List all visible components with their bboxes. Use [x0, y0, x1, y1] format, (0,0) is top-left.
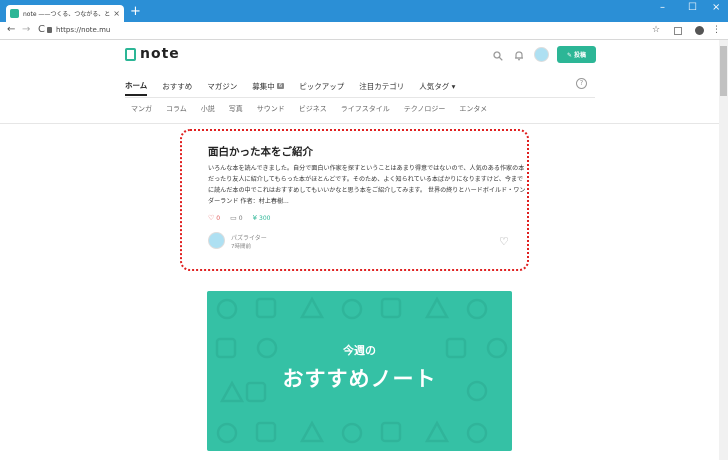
category-sound[interactable]: サウンド — [257, 104, 285, 114]
menu-icon[interactable]: ⋮ — [712, 25, 721, 35]
tab-title: note ——つくる、つながる、とどける。 — [23, 11, 111, 18]
scrollbar-thumb[interactable] — [720, 46, 727, 96]
user-avatar[interactable] — [534, 47, 549, 62]
maximize-button[interactable]: ☐ — [688, 2, 697, 13]
nav-featured-categories[interactable]: 注目カテゴリ — [359, 76, 404, 96]
nav-popular-tags[interactable]: 人気タグ ▾ — [419, 76, 455, 96]
reload-button[interactable]: C — [38, 24, 45, 35]
nav-popular-tags-label: 人気タグ ▾ — [419, 81, 456, 91]
like-button-icon[interactable]: ♡ — [499, 235, 509, 248]
banner-title: おすすめノート — [282, 367, 437, 391]
nav-pickup-label: ピックアップ — [299, 81, 345, 91]
nav-divider — [125, 97, 595, 98]
price: ¥300 — [253, 214, 271, 222]
post-time: 7時間前 — [231, 244, 251, 250]
new-tab-button[interactable]: + — [130, 5, 141, 19]
nav-magazine[interactable]: マガジン — [207, 76, 237, 96]
category-manga[interactable]: マンガ — [131, 104, 152, 114]
category-lifestyle[interactable]: ライフスタイル — [341, 104, 390, 114]
category-novel[interactable]: 小説 — [201, 104, 215, 114]
like-count: ♡ 0 — [208, 214, 220, 222]
author-avatar[interactable] — [208, 232, 225, 249]
comment-icon: ▭ — [230, 214, 237, 222]
nav-home-label: ホーム — [125, 80, 148, 90]
browser-titlebar: note ——つくる、つながる、とどける。 × + – ☐ × — [0, 0, 728, 22]
note-logo-icon — [125, 47, 136, 61]
note-favicon-icon — [10, 9, 19, 18]
category-nav: マンガ コラム 小説 写真 サウンド ビジネス ライフスタイル テクノロジー エ… — [131, 104, 501, 114]
forward-button[interactable]: → — [22, 24, 30, 35]
search-icon[interactable] — [493, 51, 503, 61]
page-divider — [0, 123, 719, 124]
bookmark-star-icon[interactable]: ☆ — [652, 25, 660, 35]
category-entertainment[interactable]: エンタメ — [459, 104, 487, 114]
close-window-button[interactable]: × — [712, 2, 720, 13]
price-value: 300 — [259, 214, 271, 222]
url-field[interactable]: https://note.mu — [56, 26, 110, 34]
bell-icon[interactable] — [514, 50, 524, 61]
page-scrollbar[interactable] — [719, 40, 728, 460]
nav-pickup[interactable]: ピックアップ — [299, 76, 344, 96]
article-title[interactable]: 面白かった本をご紹介 — [208, 144, 313, 159]
nav-home[interactable]: ホーム — [125, 76, 148, 96]
nav-recommended-label: おすすめ — [162, 81, 193, 91]
nav-featured-categories-label: 注目カテゴリ — [359, 81, 405, 91]
help-icon[interactable]: ? — [576, 78, 587, 89]
tab-close-icon[interactable]: × — [113, 9, 120, 18]
extension-icon[interactable] — [674, 27, 682, 35]
address-bar: ← → C https://note.mu ☆ ⋮ — [0, 22, 728, 40]
category-column[interactable]: コラム — [166, 104, 187, 114]
back-button[interactable]: ← — [7, 24, 15, 35]
logo-text: note — [140, 46, 180, 62]
heart-icon: ♡ — [208, 214, 215, 222]
nav-recruiting-label: 募集中 — [252, 81, 275, 91]
note-logo[interactable]: note — [125, 46, 180, 62]
page-content: note ✎ 投稿 ホーム おすすめ マガジン 募集中 6 ピックアップ 注目カテ… — [0, 40, 719, 460]
recruiting-badge: 6 — [276, 83, 285, 89]
profile-icon[interactable] — [695, 26, 704, 35]
category-technology[interactable]: テクノロジー — [404, 104, 446, 114]
banner-subtitle: 今週の — [343, 344, 376, 357]
category-photo[interactable]: 写真 — [229, 104, 243, 114]
nav-recommended[interactable]: おすすめ — [162, 76, 192, 96]
comment-count-value: 0 — [238, 214, 243, 222]
lock-icon — [47, 27, 52, 33]
article-stats: ♡ 0 ▭ 0 ¥300 — [208, 214, 280, 222]
article-card[interactable]: 面白かった本をご紹介 いろんな本を読んできました。自分で面白い作家を探すというこ… — [180, 129, 529, 271]
browser-tab[interactable]: note ——つくる、つながる、とどける。 × — [6, 5, 124, 22]
author-name[interactable]: パズライター — [231, 233, 267, 242]
nav-recruiting[interactable]: 募集中 6 — [252, 76, 285, 96]
article-excerpt: いろんな本を読んできました。自分で面白い作家を探すということはあまり得意ではない… — [208, 165, 526, 205]
post-button[interactable]: ✎ 投稿 — [557, 46, 596, 63]
price-tag-icon: ¥ — [252, 214, 258, 222]
like-count-value: 0 — [216, 214, 221, 222]
minimize-button[interactable]: – — [660, 2, 665, 13]
category-business[interactable]: ビジネス — [299, 104, 327, 114]
nav-magazine-label: マガジン — [207, 81, 238, 91]
comment-count: ▭ 0 — [230, 214, 242, 222]
recommended-banner[interactable]: 今週の おすすめノート — [207, 291, 512, 451]
main-nav: ホーム おすすめ マガジン 募集中 6 ピックアップ 注目カテゴリ 人気タグ ▾ — [125, 76, 470, 96]
